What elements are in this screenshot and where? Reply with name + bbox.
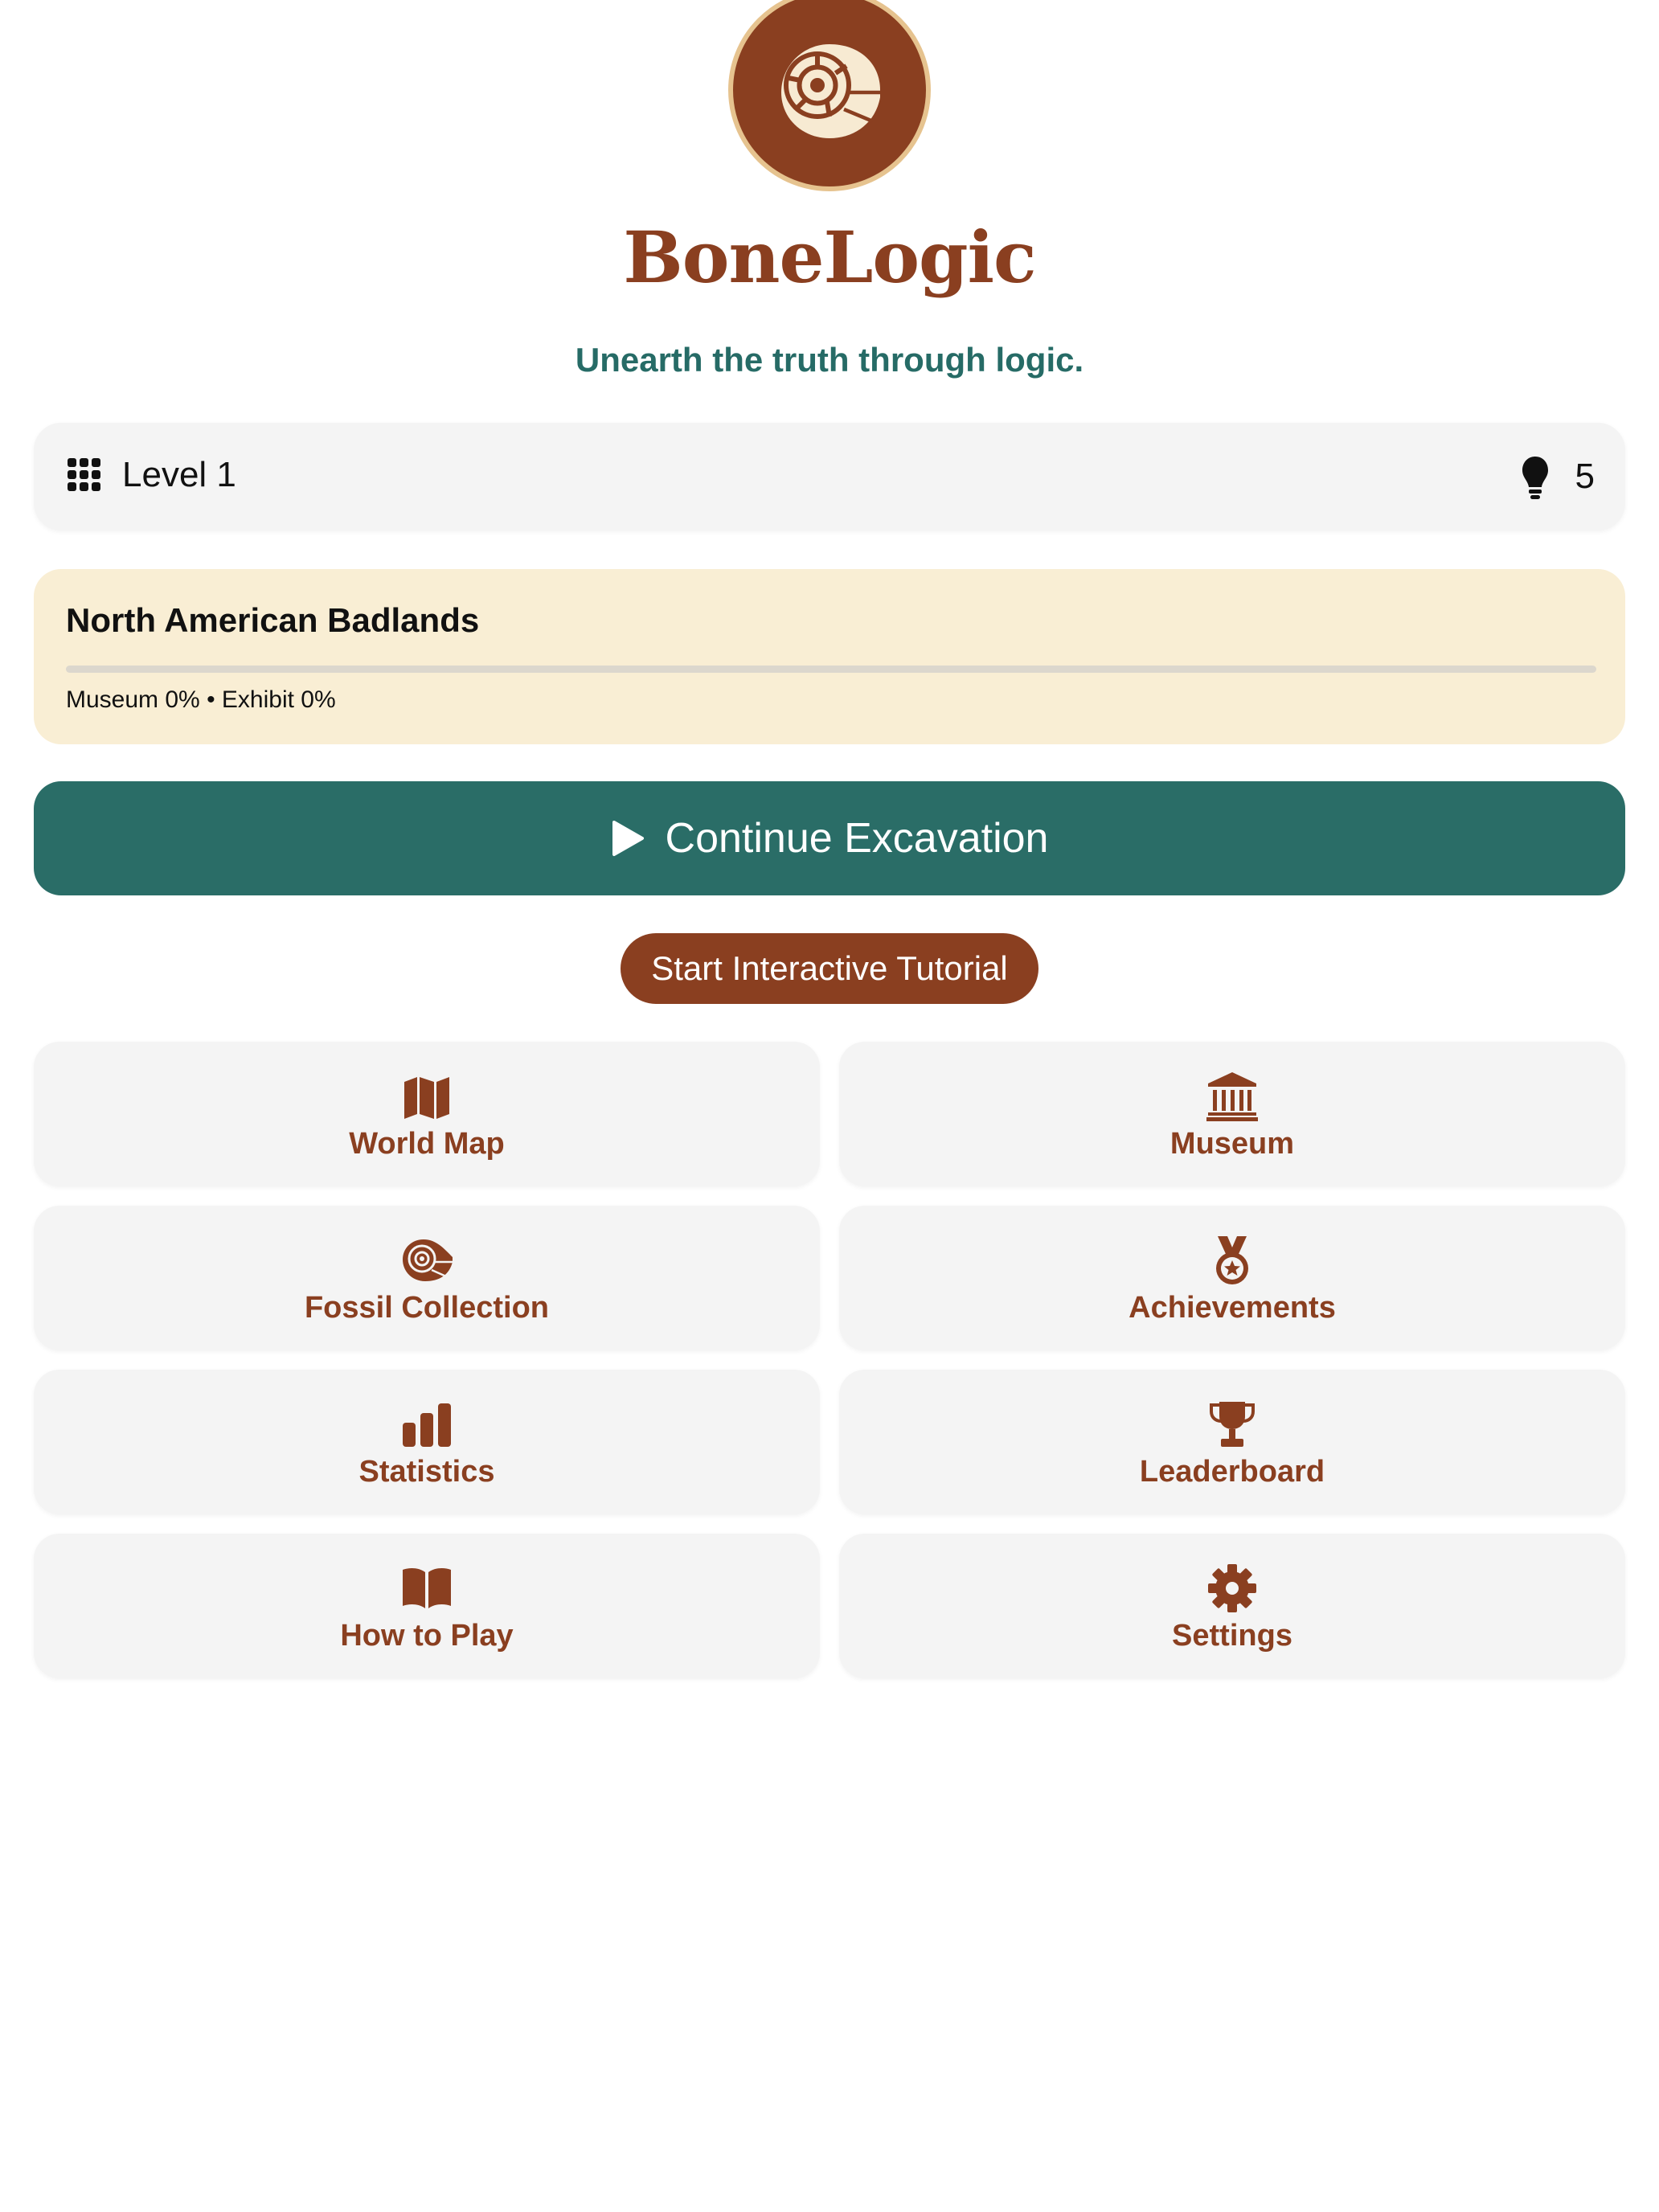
book-icon: [403, 1568, 451, 1608]
region-card[interactable]: North American Badlands Museum 0% • Exhi…: [34, 569, 1625, 744]
world-map-tile[interactable]: World Map: [34, 1042, 820, 1186]
level-label: Level 1: [122, 455, 236, 494]
lightbulb-icon: [1522, 457, 1548, 499]
map-icon: [404, 1077, 449, 1119]
tile-label: Statistics: [358, 1455, 495, 1489]
museum-tile[interactable]: Museum: [839, 1042, 1625, 1186]
ammonite-icon: [781, 44, 880, 138]
region-stats: Museum 0% • Exhibit 0%: [66, 686, 336, 713]
ammonite-icon: [403, 1239, 453, 1281]
hints-count: 5: [1575, 457, 1595, 496]
settings-tile[interactable]: Settings: [839, 1534, 1625, 1678]
tile-label: How to Play: [340, 1619, 514, 1653]
region-progress-bar: [66, 666, 1596, 673]
start-tutorial-button[interactable]: Start Interactive Tutorial: [621, 933, 1038, 1004]
fossil-collection-tile[interactable]: Fossil Collection: [34, 1206, 820, 1350]
tile-label: Achievements: [1129, 1291, 1336, 1325]
bar-chart-icon: [403, 1403, 451, 1447]
statistics-tile[interactable]: Statistics: [34, 1370, 820, 1514]
museum-icon: [1206, 1072, 1258, 1121]
app-logo: [728, 0, 931, 191]
achievements-tile[interactable]: Achievements: [839, 1206, 1625, 1350]
level-status-bar: Level 1 5: [34, 423, 1625, 530]
medal-icon: [1216, 1236, 1248, 1284]
tile-label: Fossil Collection: [304, 1291, 550, 1325]
tile-label: Settings: [1172, 1619, 1292, 1653]
app-title: BoneLogic: [623, 215, 1036, 299]
tile-label: Museum: [1169, 1127, 1295, 1161]
region-name: North American Badlands: [66, 601, 480, 639]
play-icon: [612, 821, 644, 856]
app-tagline: Unearth the truth through logic.: [575, 341, 1084, 379]
how-to-play-tile[interactable]: How to Play: [34, 1534, 820, 1678]
tile-label: World Map: [349, 1127, 505, 1161]
continue-excavation-label: Continue Excavation: [665, 815, 1049, 862]
gear-icon: [1208, 1564, 1256, 1612]
continue-excavation-button[interactable]: Continue Excavation: [34, 781, 1625, 895]
leaderboard-tile[interactable]: Leaderboard: [839, 1370, 1625, 1514]
tile-label: Leaderboard: [1139, 1455, 1325, 1489]
grid-icon: [68, 458, 100, 491]
trophy-icon: [1210, 1402, 1255, 1447]
